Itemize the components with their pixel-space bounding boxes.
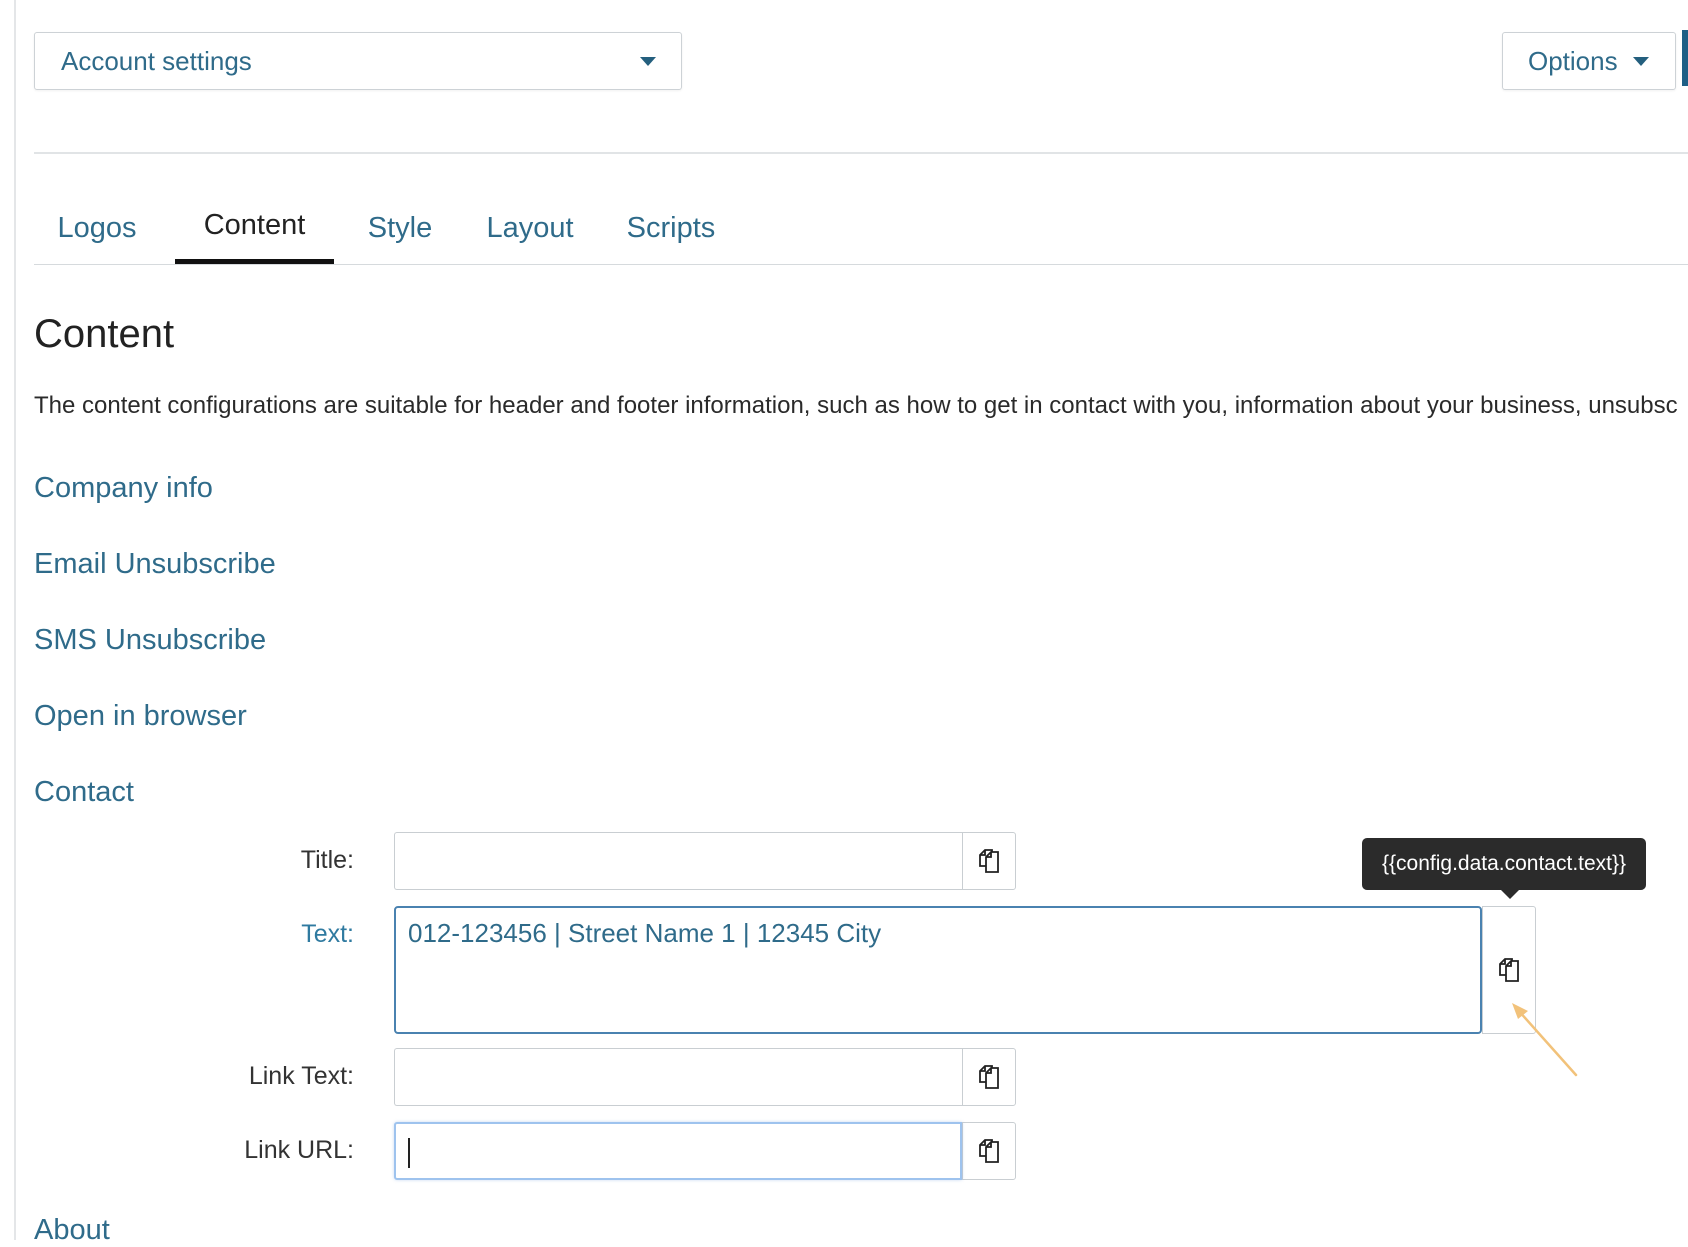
tab-label: Scripts — [626, 212, 716, 244]
section-contact[interactable]: Contact — [34, 776, 134, 809]
options-button-label: Options — [1528, 45, 1618, 76]
account-settings-select[interactable]: Account settings — [34, 32, 682, 90]
pointer-arrow-icon — [1512, 1003, 1578, 1077]
section-about[interactable]: About — [34, 1214, 110, 1247]
text-field-group: 012-123456 | Street Name 1 | 12345 City — [394, 906, 1536, 1034]
title-copy-button[interactable] — [962, 832, 1016, 890]
text-cursor — [408, 1138, 410, 1168]
page-title: Content — [34, 312, 175, 356]
tab-bar: Logos Content Style Layout Scripts — [34, 194, 1688, 266]
link-url-label: Link URL: — [244, 1136, 354, 1164]
tab-label: Layout — [486, 212, 574, 244]
tab-scripts[interactable]: Scripts — [608, 194, 734, 264]
copy-icon — [979, 1065, 999, 1089]
title-field-group — [394, 832, 1016, 890]
caret-down-icon — [640, 57, 656, 66]
options-button[interactable]: Options — [1502, 32, 1676, 90]
link-url-input[interactable] — [394, 1122, 962, 1180]
link-text-field-group — [394, 1048, 1016, 1106]
title-input[interactable] — [394, 832, 962, 890]
copy-icon — [1499, 958, 1519, 982]
tab-style[interactable]: Style — [346, 194, 454, 264]
copy-icon — [979, 1139, 999, 1163]
text-label: Text: — [301, 920, 354, 948]
title-label: Title: — [300, 846, 354, 874]
link-text-copy-button[interactable] — [962, 1048, 1016, 1106]
tab-content[interactable]: Content — [175, 194, 334, 264]
frame-left-border — [14, 0, 16, 1240]
tab-label: Content — [203, 209, 306, 241]
tab-bar-divider — [34, 264, 1688, 265]
tab-logos[interactable]: Logos — [34, 194, 160, 264]
link-text-input[interactable] — [394, 1048, 962, 1106]
section-open-in-browser[interactable]: Open in browser — [34, 700, 247, 733]
link-url-field-group — [394, 1122, 1016, 1180]
frame-right-accent — [1682, 30, 1688, 86]
link-text-label: Link Text: — [248, 1062, 354, 1090]
copy-icon — [979, 849, 999, 873]
tooltip-arrow — [1500, 889, 1520, 899]
caret-down-icon — [1633, 57, 1649, 66]
section-company-info[interactable]: Company info — [34, 472, 213, 505]
text-textarea[interactable]: 012-123456 | Street Name 1 | 12345 City — [394, 906, 1482, 1034]
tab-label: Logos — [57, 212, 137, 244]
section-sms-unsubscribe[interactable]: SMS Unsubscribe — [34, 624, 266, 657]
copy-tooltip: {{config.data.contact.text}} — [1362, 838, 1647, 890]
tab-label: Style — [367, 212, 433, 244]
tab-layout[interactable]: Layout — [470, 194, 590, 264]
section-email-unsubscribe[interactable]: Email Unsubscribe — [34, 548, 276, 581]
link-url-copy-button[interactable] — [962, 1122, 1016, 1180]
header-divider — [34, 152, 1688, 154]
page-description: The content configurations are suitable … — [34, 392, 1678, 419]
account-settings-select-value: Account settings — [61, 45, 252, 76]
